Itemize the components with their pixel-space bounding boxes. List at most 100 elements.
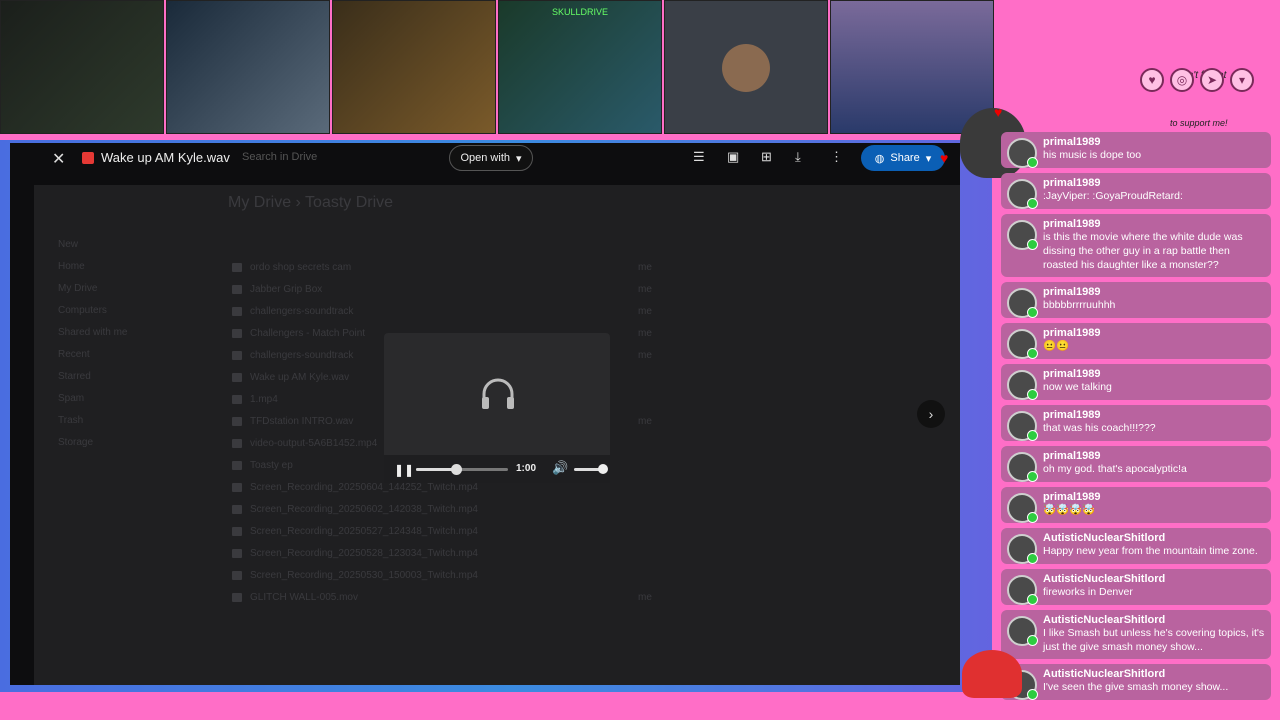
table-row[interactable]: Screen_Recording_20250528_123034_Twitch.…	[232, 542, 932, 564]
chat-message: AutisticNuclearShitlord I like Smash but …	[1001, 610, 1271, 659]
progress-handle[interactable]	[450, 464, 462, 475]
breadcrumb: My Drive › Toasty Drive	[228, 194, 394, 211]
webcam-1	[0, 0, 164, 134]
sidebar-item[interactable]: Shared with me	[58, 327, 127, 349]
download-icon[interactable]: ⤓	[795, 149, 801, 165]
chat-message: AutisticNuclearShitlord fireworks in Denv…	[1001, 569, 1271, 605]
sidebar-item[interactable]: Starred	[58, 371, 127, 393]
chat-text: 🤯🤯🤯🤯	[1043, 504, 1096, 516]
status-badge	[1027, 239, 1038, 250]
send-icon: ➤	[1200, 68, 1224, 92]
file-name: Jabber Grip Box	[250, 283, 323, 295]
pause-icon[interactable]: ❚❚	[394, 463, 414, 477]
heart-icon: ♥	[940, 150, 949, 166]
table-row[interactable]: Jabber Grip Box me	[232, 278, 932, 300]
sidebar-item[interactable]: Recent	[58, 349, 127, 371]
chat-username: primal1989	[1043, 491, 1101, 503]
file-icon	[232, 328, 242, 338]
chat-username: primal1989	[1043, 218, 1101, 230]
chat-username: AutisticNuclearShitlord	[1043, 573, 1166, 585]
close-icon[interactable]: ✕	[52, 149, 65, 169]
chat-username: AutisticNuclearShitlord	[1043, 668, 1166, 680]
file-name: Screen_Recording_20250527_124348_Twitch.…	[250, 525, 478, 537]
open-with-button[interactable]: Open with ▾	[449, 145, 533, 171]
filter-icon[interactable]: ☰	[693, 149, 705, 165]
more-vert-icon[interactable]: ⋮	[830, 149, 843, 165]
chat-username: AutisticNuclearShitlord	[1043, 532, 1166, 544]
file-icon	[232, 306, 242, 316]
sidebar-item[interactable]: My Drive	[58, 283, 127, 305]
file-name: Screen_Recording_20250602_142038_Twitch.…	[250, 503, 478, 515]
file-icon	[232, 570, 242, 580]
file-owner: me	[638, 327, 652, 339]
status-badge	[1027, 157, 1038, 168]
chat-username: primal1989	[1043, 286, 1101, 298]
webcam-4: SKULLDRIVE	[498, 0, 662, 134]
audio-player: ❚❚ 1:00 🔊	[384, 333, 610, 483]
chevron-down-icon: ▾	[516, 152, 522, 165]
chat-username: primal1989	[1043, 327, 1101, 339]
status-badge	[1027, 553, 1038, 564]
sidebar-item[interactable]: Computers	[58, 305, 127, 327]
file-icon	[232, 284, 242, 294]
table-row[interactable]: Screen_Recording_20250527_124348_Twitch.…	[232, 520, 932, 542]
table-row[interactable]: Screen_Recording_20250602_142038_Twitch.…	[232, 498, 932, 520]
comment-icon[interactable]: ⊞	[761, 149, 772, 165]
status-badge	[1027, 471, 1038, 482]
overlay-support-text: to support me!	[1170, 118, 1228, 128]
chat-text: fireworks in Denver	[1043, 586, 1133, 598]
preview-topbar: ✕ Wake up AM Kyle.wav Search in Drive Op…	[10, 143, 960, 173]
chat-message: AutisticNuclearShitlord Happy new year fr…	[1001, 528, 1271, 564]
headphones-icon	[482, 378, 514, 409]
file-owner: me	[638, 283, 652, 295]
status-badge	[1027, 389, 1038, 400]
file-name: Screen_Recording_20250528_123034_Twitch.…	[250, 547, 478, 559]
file-name: challengers-soundtrack	[250, 305, 354, 317]
file-icon	[232, 548, 242, 558]
status-badge	[1027, 689, 1038, 700]
file-icon	[232, 438, 242, 448]
table-row[interactable]: Screen_Recording_20250530_150003_Twitch.…	[232, 564, 932, 586]
volume-slider[interactable]	[574, 464, 608, 474]
sidebar-item[interactable]: Spam	[58, 393, 127, 415]
globe-icon: ◍	[874, 152, 885, 165]
file-title: Wake up AM Kyle.wav	[101, 150, 230, 165]
table-row[interactable]: GLITCH WALL-005.mov me	[232, 586, 932, 608]
chat-message: primal1989 his music is dope too	[1001, 132, 1271, 168]
progress-bar[interactable]	[416, 464, 508, 475]
sidebar-item[interactable]: New	[58, 239, 127, 261]
table-row[interactable]: challengers-soundtrack me	[232, 300, 932, 322]
chat-message: primal1989 bbbbbrrrruuhhh	[1001, 282, 1271, 318]
chat-text: is this the movie where the white dude w…	[1043, 231, 1243, 271]
sidebar-item[interactable]: Storage	[58, 437, 127, 459]
chat-text: bbbbbrrrruuhhh	[1043, 299, 1116, 311]
table-row[interactable]: ordo shop secrets cam me	[232, 256, 932, 278]
volume-icon[interactable]: 🔊	[552, 460, 568, 476]
file-owner: me	[638, 305, 652, 317]
next-file-button[interactable]: ›	[917, 400, 945, 428]
file-icon	[232, 504, 242, 514]
status-badge	[1027, 307, 1038, 318]
webcam-3	[332, 0, 496, 134]
file-icon	[232, 592, 242, 602]
audio-file-icon	[82, 152, 94, 164]
file-icon	[232, 460, 242, 470]
chat-username: primal1989	[1043, 450, 1101, 462]
chevron-down-icon[interactable]: ▾	[926, 152, 932, 165]
chat-message: primal1989 now we talking	[1001, 364, 1271, 400]
sidebar-item[interactable]: Home	[58, 261, 127, 283]
status-badge	[1027, 198, 1038, 209]
sidebar-item[interactable]: Trash	[58, 415, 127, 437]
webcam-5	[664, 0, 828, 134]
file-icon	[232, 262, 242, 272]
chat-text: oh my god. that's apocalyptic!a	[1043, 463, 1187, 475]
file-owner: me	[638, 261, 652, 273]
chat-username: primal1989	[1043, 136, 1101, 148]
file-name: ordo shop secrets cam	[250, 261, 352, 273]
volume-handle[interactable]	[598, 464, 608, 474]
chat-message: primal1989:JayViper: :GoyaProudRetard:	[1001, 173, 1271, 209]
status-badge	[1027, 512, 1038, 523]
folder-move-icon[interactable]: ▣	[727, 149, 739, 165]
chat-text: I like Smash but unless he's covering to…	[1043, 627, 1265, 653]
share-button[interactable]: ◍ Share ▾	[861, 145, 945, 171]
